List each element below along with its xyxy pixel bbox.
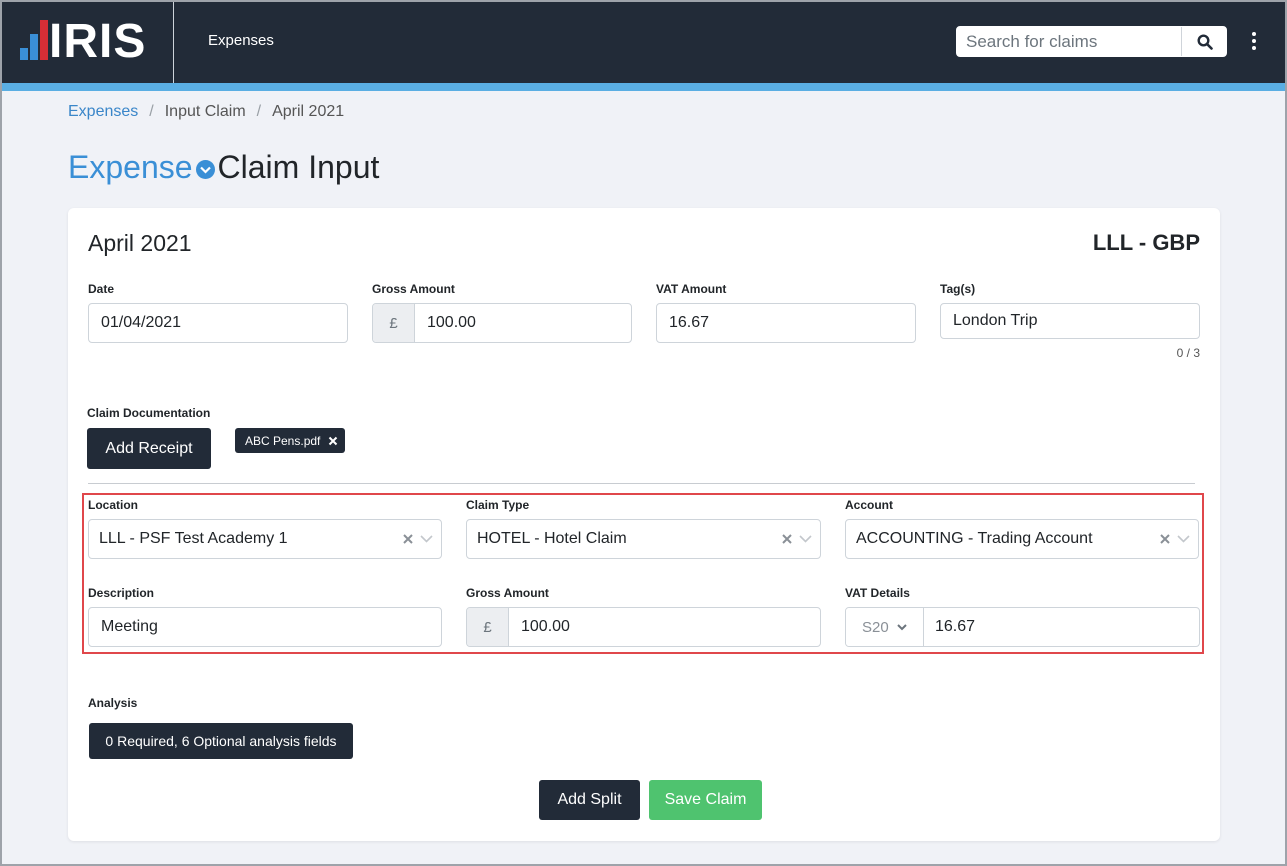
breadcrumb-separator: /: [256, 103, 262, 120]
analysis-fields-button[interactable]: 0 Required, 6 Optional analysis fields: [89, 723, 353, 759]
header-accent-strip: [0, 83, 1287, 91]
breadcrumb-current: April 2021: [272, 103, 345, 120]
close-icon[interactable]: [328, 436, 338, 446]
search-input[interactable]: [957, 27, 1181, 56]
breadcrumb: Expenses / Input Claim / April 2021: [68, 103, 344, 121]
gross-amount-label: Gross Amount: [372, 282, 455, 296]
analysis-label: Analysis: [88, 696, 138, 710]
vat-amount-label: VAT Amount: [656, 282, 727, 296]
claim-month-heading: April 2021: [88, 230, 192, 256]
claim-documentation-label: Claim Documentation: [87, 406, 211, 420]
search-box: [956, 26, 1227, 57]
section-divider: [88, 483, 1195, 484]
vat-amount-field[interactable]: 16.67: [656, 303, 916, 343]
kebab-menu-icon[interactable]: [1246, 32, 1262, 52]
page-title-text: Claim Input: [217, 149, 380, 185]
tags-field[interactable]: London Trip: [940, 303, 1200, 339]
logo-text: IRIS: [49, 15, 147, 68]
gross-amount-value[interactable]: 100.00: [415, 304, 476, 342]
search-icon: [1196, 33, 1213, 50]
attached-file-chip[interactable]: ABC Pens.pdf: [235, 428, 345, 453]
page-title: Expense Claim Input: [68, 149, 379, 186]
nav-expenses-link[interactable]: Expenses: [208, 32, 274, 49]
tags-label: Tag(s): [940, 282, 976, 296]
tags-counter: 0 / 3: [1176, 346, 1200, 360]
iris-logo[interactable]: IRIS: [20, 15, 160, 68]
search-button[interactable]: [1181, 27, 1226, 56]
date-label: Date: [88, 282, 115, 296]
currency-symbol: £: [373, 304, 415, 342]
attached-file-name: ABC Pens.pdf: [245, 433, 321, 448]
add-split-button[interactable]: Add Split: [539, 780, 640, 820]
highlight-box: [82, 493, 1204, 654]
page-title-module[interactable]: Expense: [68, 149, 193, 186]
header-divider: [173, 0, 174, 83]
breadcrumb-expenses[interactable]: Expenses: [68, 103, 138, 121]
claim-currency: LLL - GBP: [1092, 230, 1200, 255]
gross-amount-field[interactable]: £ 100.00: [372, 303, 632, 343]
chevron-down-icon[interactable]: [195, 160, 215, 179]
save-claim-button[interactable]: Save Claim: [649, 780, 762, 820]
date-field[interactable]: 01/04/2021: [88, 303, 348, 343]
breadcrumb-input-claim[interactable]: Input Claim: [165, 103, 246, 121]
add-receipt-button[interactable]: Add Receipt: [87, 428, 211, 469]
breadcrumb-separator: /: [149, 103, 154, 120]
